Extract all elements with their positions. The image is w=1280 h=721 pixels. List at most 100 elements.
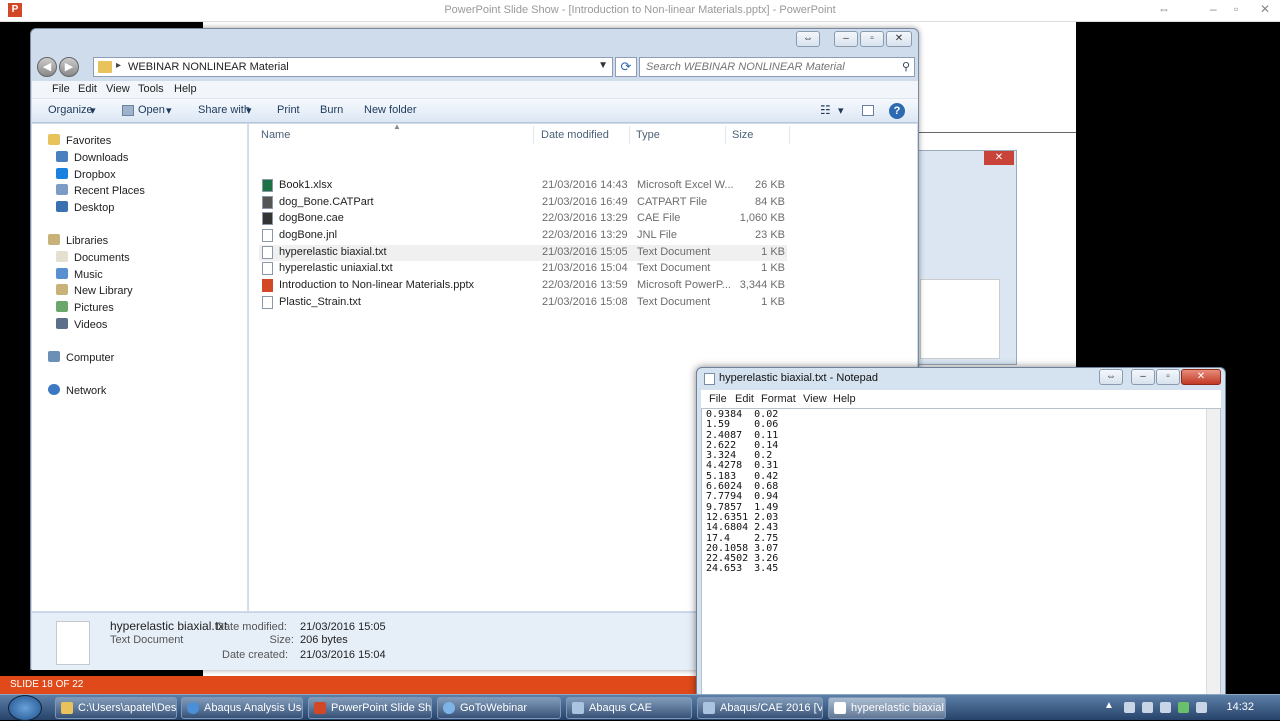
- tray-app-icon[interactable]: [1196, 702, 1207, 713]
- close-button[interactable]: ✕: [886, 31, 912, 47]
- vertical-scrollbar[interactable]: [1206, 409, 1220, 695]
- forward-button[interactable]: ▶: [59, 57, 79, 77]
- sidebar-item-music[interactable]: Music: [56, 268, 103, 281]
- sidebar-item-pictures[interactable]: Pictures: [56, 301, 114, 314]
- address-bar[interactable]: ▸ WEBINAR NONLINEAR Material ▼: [93, 57, 613, 77]
- sidebar-item-videos[interactable]: Videos: [56, 318, 107, 331]
- sidebar-item-recent-places[interactable]: Recent Places: [56, 184, 145, 197]
- tray-app-icon[interactable]: [1178, 702, 1189, 713]
- address-path[interactable]: WEBINAR NONLINEAR Material: [128, 61, 289, 73]
- menu-help[interactable]: Help: [833, 393, 856, 405]
- close-button[interactable]: ✕: [1181, 369, 1221, 385]
- notepad-icon: [834, 702, 846, 714]
- sidebar-item-documents[interactable]: Documents: [56, 251, 130, 264]
- close-icon[interactable]: ✕: [1260, 2, 1270, 16]
- file-row-selected[interactable]: hyperelastic biaxial.txt 21/03/2016 15:05…: [259, 245, 787, 261]
- preview-pane-icon[interactable]: [862, 105, 874, 116]
- taskbar-item-chrome[interactable]: Abaqus Analysis Use...: [181, 697, 303, 719]
- show-hidden-icons-icon[interactable]: ▲: [1104, 700, 1114, 711]
- chevron-down-icon[interactable]: ▼: [598, 60, 608, 71]
- notepad-content[interactable]: 0.9384 0.02 1.59 0.06 2.4087 0.11 2.622 …: [706, 409, 778, 575]
- tray-app-icon[interactable]: [1124, 702, 1135, 713]
- column-separator[interactable]: [789, 126, 790, 144]
- restore-icon[interactable]: ⇔: [1158, 2, 1170, 16]
- print-button[interactable]: Print: [277, 104, 300, 116]
- taskbar-item-gotowebinar[interactable]: GoToWebinar: [437, 697, 561, 719]
- taskbar-item-explorer[interactable]: C:\Users\apatel\Desk...: [55, 697, 177, 719]
- help-icon[interactable]: ?: [889, 103, 905, 119]
- share-with-button[interactable]: Share with: [198, 104, 250, 116]
- taskbar-item-powerpoint[interactable]: PowerPoint Slide Sh...: [308, 697, 432, 719]
- close-icon[interactable]: ✕: [984, 151, 1014, 165]
- taskbar-item-notepad[interactable]: hyperelastic biaxial.tx...: [828, 697, 946, 719]
- column-header-size[interactable]: Size: [732, 129, 753, 141]
- chevron-down-icon[interactable]: ▾: [166, 104, 172, 117]
- menu-view[interactable]: View: [803, 393, 827, 405]
- sidebar-item-dropbox[interactable]: Dropbox: [56, 168, 116, 181]
- minimize-icon[interactable]: –: [1210, 2, 1217, 16]
- refresh-button[interactable]: ⟳: [615, 57, 637, 77]
- menu-format[interactable]: Format: [761, 393, 796, 405]
- file-row[interactable]: Introduction to Non-linear Materials.ppt…: [259, 278, 787, 294]
- search-input[interactable]: [640, 58, 880, 76]
- command-bar: Organize ▾ Open ▾ Share with ▾ Print Bur…: [32, 99, 918, 123]
- network-icon[interactable]: [1142, 702, 1153, 713]
- new-folder-button[interactable]: New folder: [364, 104, 417, 116]
- maximize-button[interactable]: ▫: [1156, 369, 1180, 385]
- maximize-icon[interactable]: ▫: [1234, 2, 1238, 16]
- search-box[interactable]: ⚲: [639, 57, 915, 77]
- menu-edit[interactable]: Edit: [78, 83, 97, 95]
- column-header-name[interactable]: Name: [261, 129, 290, 141]
- menu-file[interactable]: File: [709, 393, 727, 405]
- column-header-date[interactable]: Date modified: [541, 129, 609, 141]
- excel-file-icon: [262, 179, 273, 192]
- sidebar-network[interactable]: Network: [48, 384, 106, 397]
- notepad-text-area[interactable]: 0.9384 0.02 1.59 0.06 2.4087 0.11 2.622 …: [701, 408, 1221, 696]
- column-separator[interactable]: [533, 126, 534, 144]
- restore-icon[interactable]: ⇔: [1099, 369, 1123, 385]
- sidebar-item-new-library[interactable]: New Library: [56, 284, 133, 297]
- minimize-button[interactable]: –: [1131, 369, 1155, 385]
- slide-counter: SLIDE 18 OF 22: [10, 679, 84, 690]
- open-button[interactable]: Open: [138, 104, 165, 116]
- clock[interactable]: 14:32: [1226, 701, 1254, 713]
- chevron-down-icon[interactable]: ▾: [246, 104, 252, 117]
- file-row[interactable]: dogBone.jnl 22/03/2016 13:29 JNL File 23 KB: [259, 228, 787, 244]
- sidebar-item-desktop[interactable]: Desktop: [56, 201, 114, 214]
- minimize-button[interactable]: –: [834, 31, 858, 47]
- chevron-right-icon[interactable]: ▸: [116, 60, 121, 71]
- menu-edit[interactable]: Edit: [735, 393, 754, 405]
- file-row[interactable]: Plastic_Strain.txt 21/03/2016 15:08 Text D…: [259, 295, 787, 311]
- details-modified-label: Date modified:: [216, 621, 287, 633]
- restore-icon[interactable]: ⇔: [796, 31, 820, 47]
- start-button[interactable]: [8, 695, 42, 721]
- taskbar-item-abaqus-cae[interactable]: Abaqus CAE: [566, 697, 692, 719]
- maximize-button[interactable]: ▫: [860, 31, 884, 47]
- menu-tools[interactable]: Tools: [138, 83, 164, 95]
- chrome-icon: [187, 702, 199, 714]
- column-separator[interactable]: [629, 126, 630, 144]
- taskbar-item-abaqus-viewer[interactable]: Abaqus/CAE 2016 [Vi...: [697, 697, 823, 719]
- sidebar-item-downloads[interactable]: Downloads: [56, 151, 128, 164]
- file-row[interactable]: hyperelastic uniaxial.txt 21/03/2016 15:0…: [259, 261, 787, 277]
- menu-file[interactable]: File: [52, 83, 70, 95]
- back-button[interactable]: ◀: [37, 57, 57, 77]
- file-row[interactable]: Book1.xlsx 21/03/2016 14:43 Microsoft Exce…: [259, 178, 787, 194]
- sidebar-favorites[interactable]: Favorites: [48, 134, 111, 147]
- menu-view[interactable]: View: [106, 83, 130, 95]
- text-file-icon: [262, 296, 273, 309]
- chevron-down-icon[interactable]: ▾: [838, 104, 844, 117]
- organize-button[interactable]: Organize: [48, 104, 93, 116]
- burn-button[interactable]: Burn: [320, 104, 343, 116]
- file-row[interactable]: dog_Bone.CATPart 21/03/2016 16:49 CATPART …: [259, 195, 787, 211]
- sidebar-computer[interactable]: Computer: [48, 351, 114, 364]
- search-icon[interactable]: ⚲: [902, 60, 910, 73]
- menu-help[interactable]: Help: [174, 83, 197, 95]
- column-separator[interactable]: [725, 126, 726, 144]
- sidebar-libraries[interactable]: Libraries: [48, 234, 108, 247]
- column-header-type[interactable]: Type: [636, 129, 660, 141]
- volume-icon[interactable]: [1160, 702, 1171, 713]
- view-options-icon[interactable]: ☷: [820, 103, 831, 117]
- chevron-down-icon[interactable]: ▾: [90, 104, 96, 117]
- file-row[interactable]: dogBone.cae 22/03/2016 13:29 CAE File 1,060…: [259, 211, 787, 227]
